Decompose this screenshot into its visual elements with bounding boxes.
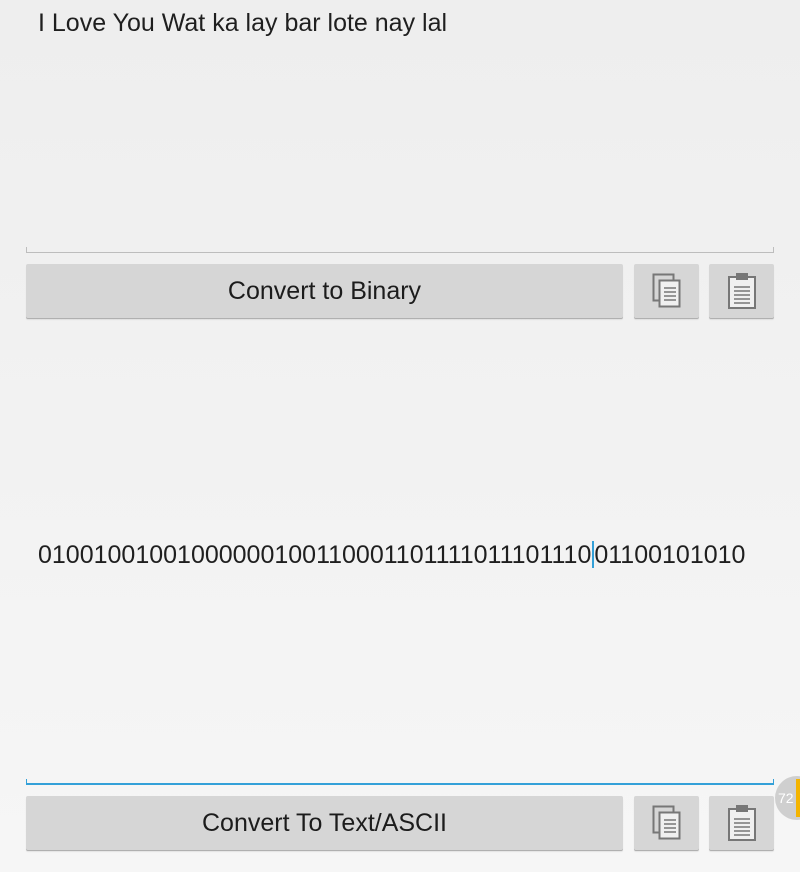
- binary-output-value-before-caret: 0100100100100000010011000110111101110111…: [38, 541, 592, 569]
- copy-binary-output-button[interactable]: [634, 796, 699, 850]
- text-input-underline: [26, 252, 774, 253]
- binary-output-tick-right: [773, 779, 774, 785]
- binary-output-text: 0100100100100000010011000110111101110111…: [38, 541, 764, 570]
- text-caret: [592, 541, 595, 569]
- binary-output-field[interactable]: 0100100100100000010011000110111101110111…: [26, 330, 774, 785]
- binary-output-tick-left: [26, 779, 27, 785]
- paste-binary-output-button[interactable]: [709, 796, 774, 850]
- convert-to-text-label: Convert To Text/ASCII: [201, 808, 448, 837]
- badge-accent-bar: [796, 779, 800, 817]
- badge-count: 72: [778, 790, 794, 806]
- copy-binary-input-button[interactable]: [634, 264, 699, 318]
- text-input-field[interactable]: I Love You Wat ka lay bar lote nay lal: [26, 0, 774, 253]
- convert-to-binary-label: Convert to Binary: [227, 276, 422, 305]
- binary-output-underline: [26, 783, 774, 785]
- copy-icon: [652, 805, 682, 841]
- copy-icon: [652, 273, 682, 309]
- text-input-tick-right: [773, 247, 774, 253]
- text-input-value: I Love You Wat ka lay bar lote nay lal: [38, 9, 448, 37]
- paste-icon: [727, 804, 757, 842]
- convert-to-binary-button[interactable]: Convert to Binary: [26, 264, 623, 318]
- text-input-tick-left: [26, 247, 27, 253]
- paste-binary-input-button[interactable]: [709, 264, 774, 318]
- convert-to-text-button[interactable]: Convert To Text/ASCII: [26, 796, 623, 850]
- paste-icon: [727, 272, 757, 310]
- binary-output-value-after-caret: 01100101010: [594, 541, 746, 569]
